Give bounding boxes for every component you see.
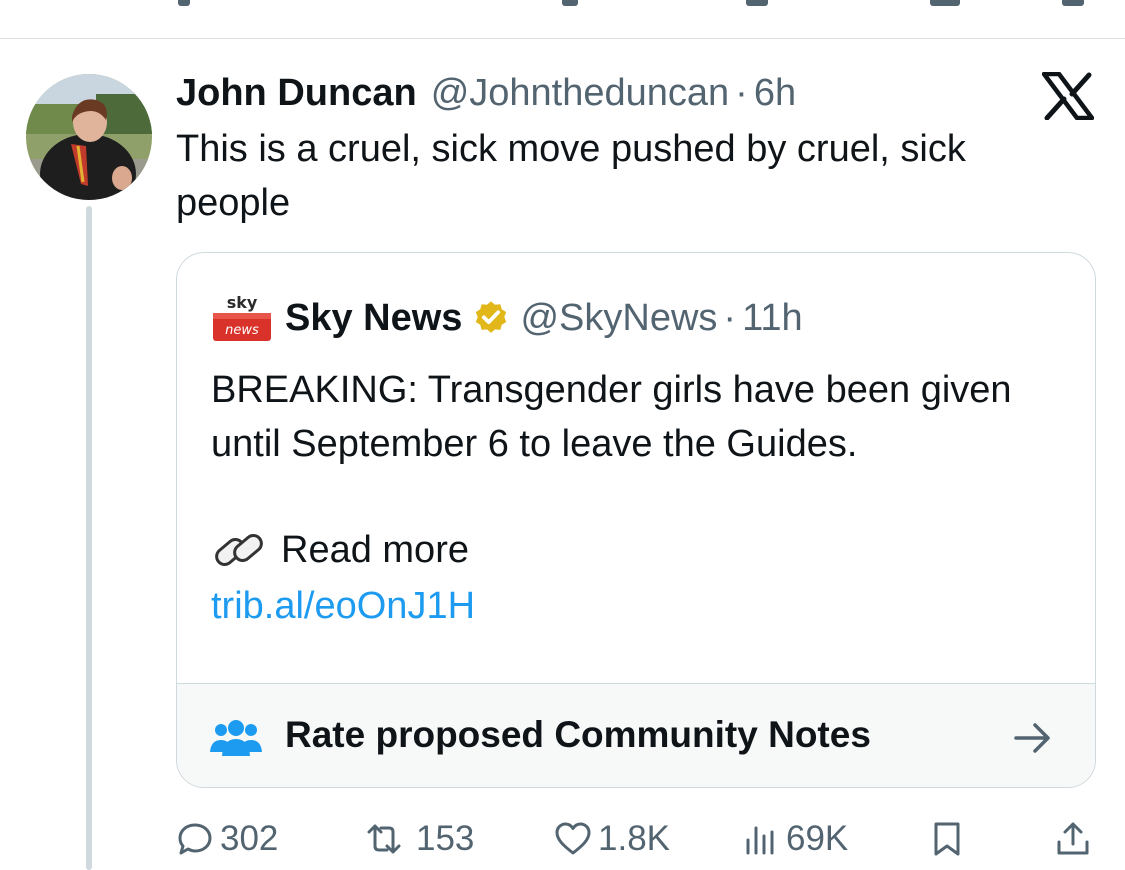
author-handle[interactable]: @Johntheduncan bbox=[431, 72, 729, 115]
post-header: John Duncan @Johntheduncan · 6h bbox=[176, 70, 796, 116]
separator-dot: · bbox=[723, 296, 737, 339]
quoted-post-text: BREAKING: Transgender girls have been gi… bbox=[211, 369, 1012, 465]
link-icon bbox=[215, 534, 263, 566]
quoted-post-header: sky news Sky News @SkyNews · 11h bbox=[211, 293, 803, 343]
bookmark-button[interactable] bbox=[928, 812, 972, 866]
like-button[interactable]: 1.8K bbox=[554, 812, 670, 866]
repost-count: 153 bbox=[416, 819, 475, 858]
quoted-post-card[interactable]: sky news Sky News @SkyNews · 11h BREAKIN… bbox=[176, 252, 1096, 788]
logo-text-bottom: news bbox=[225, 323, 259, 338]
post-text: This is a cruel, sick move pushed by cru… bbox=[176, 128, 966, 224]
verified-badge-icon bbox=[476, 301, 507, 333]
like-icon bbox=[555, 822, 591, 855]
share-button[interactable] bbox=[1054, 812, 1098, 866]
read-more-row: Read more bbox=[211, 523, 469, 577]
quoted-author-name[interactable]: Sky News bbox=[285, 297, 462, 340]
quoted-post-time[interactable]: 11h bbox=[742, 297, 803, 340]
post-time[interactable]: 6h bbox=[754, 72, 796, 115]
views-count: 69K bbox=[786, 819, 849, 858]
views-icon bbox=[746, 826, 774, 855]
reply-icon bbox=[178, 823, 212, 855]
sky-news-logo[interactable]: sky news bbox=[211, 291, 273, 345]
community-notes-icon bbox=[210, 720, 262, 756]
author-avatar[interactable] bbox=[26, 74, 152, 200]
views-button[interactable]: 69K bbox=[742, 812, 848, 866]
quoted-author-handle[interactable]: @SkyNews bbox=[520, 297, 717, 340]
article-link[interactable]: trib.al/eoOnJ1H bbox=[211, 579, 475, 633]
logo-text-top: sky bbox=[227, 293, 258, 312]
post-actions-bar: 302 153 1.8K 69K bbox=[176, 812, 1096, 866]
community-notes-bar[interactable]: Rate proposed Community Notes bbox=[177, 683, 1095, 787]
repost-button[interactable]: 153 bbox=[358, 812, 474, 866]
repost-icon bbox=[367, 824, 401, 854]
community-notes-label: Rate proposed Community Notes bbox=[285, 714, 871, 755]
x-logo-icon bbox=[1042, 72, 1094, 120]
separator-dot: · bbox=[735, 71, 748, 114]
read-more-label: Read more bbox=[281, 528, 469, 571]
like-count: 1.8K bbox=[598, 819, 670, 858]
bookmark-icon bbox=[934, 822, 960, 856]
thread-line bbox=[86, 206, 92, 870]
reply-count: 302 bbox=[220, 819, 279, 858]
share-icon bbox=[1057, 822, 1089, 855]
tweet-divider bbox=[0, 38, 1125, 39]
reply-button[interactable]: 302 bbox=[176, 812, 278, 866]
arrow-right-icon[interactable] bbox=[1013, 720, 1053, 756]
previous-tweet-actions-fragment bbox=[0, 0, 1125, 38]
author-name[interactable]: John Duncan bbox=[176, 72, 417, 115]
